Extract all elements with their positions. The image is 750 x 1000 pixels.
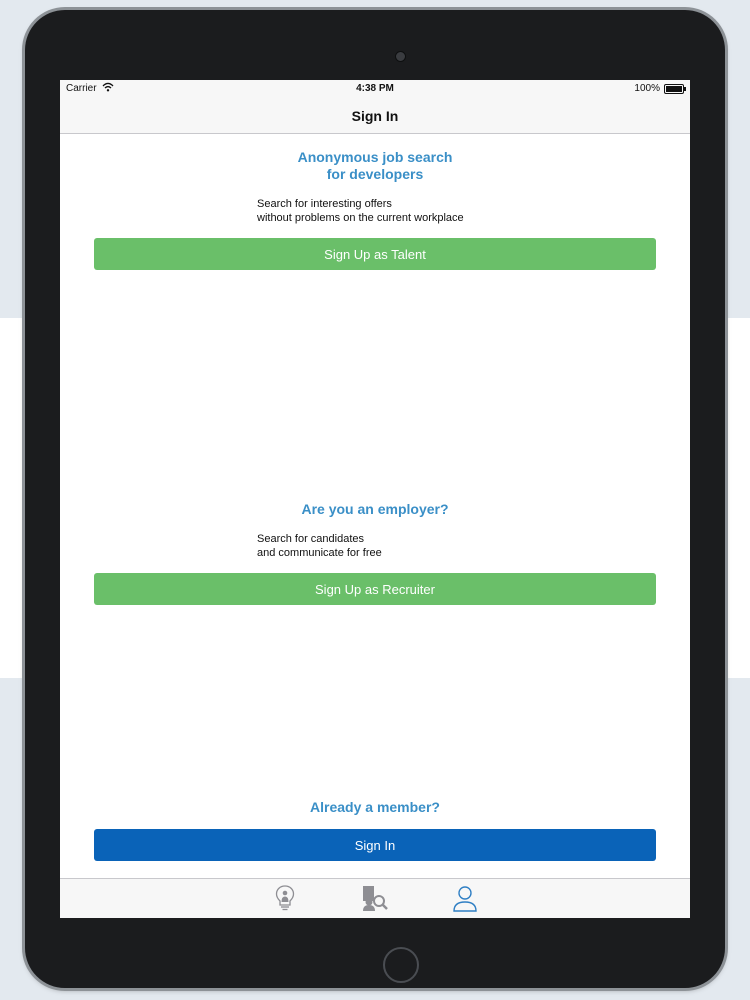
navigation-bar: Sign In xyxy=(60,98,690,134)
employer-description: Search for candidates and communicate fo… xyxy=(257,532,382,560)
talent-desc-line1: Search for interesting offers xyxy=(257,198,392,210)
sign-in-button[interactable]: Sign In xyxy=(94,829,656,861)
employer-desc-line1: Search for candidates xyxy=(257,533,365,545)
talent-heading-line2: for developers xyxy=(326,166,424,182)
tab-search-candidates[interactable] xyxy=(360,883,390,913)
profile-icon xyxy=(450,886,480,917)
sign-up-talent-button[interactable]: Sign Up as Talent xyxy=(94,238,656,270)
sign-up-recruiter-button[interactable]: Sign Up as Recruiter xyxy=(94,573,656,605)
talent-description: Search for interesting offers without pr… xyxy=(257,197,464,225)
talent-heading-line1: Anonymous job search xyxy=(297,149,453,165)
search-candidates-icon xyxy=(360,886,390,917)
tab-profile[interactable] xyxy=(450,883,480,913)
employer-heading: Are you an employer? xyxy=(301,501,449,517)
employer-desc-line2: and communicate for free xyxy=(257,547,382,559)
tab-bar xyxy=(60,878,690,918)
battery-icon xyxy=(664,84,686,94)
home-button[interactable] xyxy=(383,947,419,983)
page-title: Sign In xyxy=(351,108,399,124)
status-time: 4:38 PM xyxy=(356,83,394,94)
tab-talent[interactable] xyxy=(270,883,300,913)
lightbulb-person-icon xyxy=(270,885,300,917)
app-screen: Carrier 4:38 PM 100% Sign In Anonymous j… xyxy=(60,80,690,918)
talent-heading: Anonymous job search for developers xyxy=(60,149,690,183)
member-heading: Already a member? xyxy=(310,799,440,815)
front-camera xyxy=(395,51,406,62)
status-bar: Carrier 4:38 PM 100% xyxy=(60,80,690,98)
battery-fill xyxy=(666,86,682,92)
battery-percentage: 100% xyxy=(634,83,660,94)
talent-desc-line2: without problems on the current workplac… xyxy=(257,212,464,224)
